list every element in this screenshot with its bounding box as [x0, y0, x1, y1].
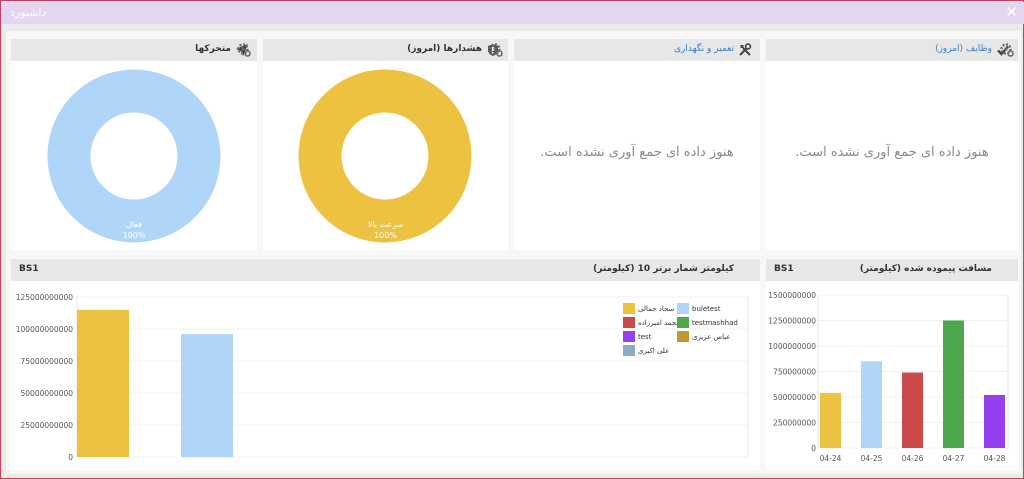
- bar[interactable]: [984, 394, 1005, 448]
- top10-panel: کیلومتر شمار برتر 10 (کیلومتر) BS1 0 2500…: [11, 259, 760, 470]
- legend-label: buletest: [692, 305, 721, 313]
- distance-panel-header: مسافت پیموده شده (کیلومتر) BS1: [766, 259, 1018, 281]
- donut-slice-percent: 100%: [374, 231, 397, 240]
- legend-label: عباس عزیزی: [692, 333, 731, 341]
- bar[interactable]: [181, 334, 233, 457]
- top10-chart-legend: سجاد جمالی buletest محمد امیرزاده testmashh…: [623, 303, 741, 381]
- empty-state-message: هنوز داده ای جمع آوری نشده است.: [540, 145, 734, 160]
- gear-icon[interactable]: [489, 43, 503, 57]
- legend-swatch: [677, 303, 689, 314]
- empty-state-message: هنوز داده ای جمع آوری نشده است.: [795, 145, 989, 160]
- y-tick-label: 1250000000: [768, 317, 816, 326]
- legend-item[interactable]: محمد امیرزاده: [623, 317, 683, 329]
- y-tick-label: 75000000000: [21, 357, 74, 366]
- donut-slice-percent: 100%: [122, 231, 146, 240]
- tasks-panel-title[interactable]: وظایف (امروز): [935, 44, 992, 54]
- donut-slice-high-speed[interactable]: [298, 69, 472, 243]
- y-tick-label: 750000000: [773, 368, 816, 377]
- window-titlebar: داشبورد ✕: [2, 2, 1024, 24]
- dashboard-content: متحرکها فعال 100% هشدارها (امروز) سرعت ب…: [6, 31, 1021, 474]
- y-tick-label: 100000000000: [16, 325, 73, 334]
- distance-bar-chart: 0 250000000 500000000 750000000 1000000000 12…: [768, 291, 1009, 463]
- x-tick-label: 04-26: [902, 454, 924, 463]
- y-tick-label: 50000000000: [21, 389, 74, 398]
- legend-label: test: [638, 333, 652, 341]
- movers-panel-header: متحرکها: [11, 39, 257, 61]
- y-tick-label: 0: [68, 453, 73, 462]
- legend-label: علی اکبری: [638, 347, 670, 355]
- movers-panel: متحرکها فعال 100%: [11, 39, 257, 250]
- bar[interactable]: [861, 361, 882, 448]
- legend-item[interactable]: testmashhad: [677, 317, 738, 329]
- legend-label: testmashhad: [692, 319, 738, 327]
- distance-panel-tag: BS1: [774, 264, 794, 274]
- alarms-panel: هشدارها (امروز) سرعت بالا 100%: [263, 39, 508, 250]
- y-tick-label: 1000000000: [768, 342, 816, 351]
- y-tick-label: 1500000000: [768, 291, 816, 300]
- gear-icon[interactable]: [237, 43, 251, 57]
- legend-item[interactable]: سجاد جمالی: [623, 303, 683, 315]
- x-tick-label: 04-25: [861, 454, 883, 463]
- top10-panel-title: کیلومتر شمار برتر 10 (کیلومتر): [593, 264, 734, 274]
- legend-swatch: [623, 317, 635, 328]
- legend-item[interactable]: buletest: [677, 303, 737, 315]
- legend-swatch: [677, 331, 689, 342]
- y-tick-label: 125000000000: [16, 293, 73, 302]
- alarms-panel-title: هشدارها (امروز): [407, 44, 482, 54]
- x-tick-label: 04-27: [943, 454, 965, 463]
- legend-item[interactable]: test: [623, 331, 683, 343]
- x-tick-label: 04-24: [820, 454, 842, 463]
- window-title: داشبورد: [10, 6, 47, 19]
- alarms-panel-header: هشدارها (امروز): [263, 39, 508, 61]
- y-tick-label: 25000000000: [21, 421, 74, 430]
- top10-panel-tag: BS1: [19, 264, 39, 274]
- tasks-panel-header: وظایف (امروز): [766, 39, 1018, 61]
- donut-slice-label: سرعت بالا: [367, 220, 404, 229]
- window-frame: داشبورد ✕ متحرکها فعال 100% هشدارها (امر…: [0, 0, 1024, 479]
- bar[interactable]: [77, 309, 129, 457]
- legend-label: سجاد جمالی: [638, 305, 675, 313]
- gear-icon[interactable]: [1000, 43, 1014, 57]
- bar[interactable]: [902, 372, 923, 448]
- maintenance-panel-header: تعمیر و نگهداری: [514, 39, 760, 61]
- donut-slice-label: فعال: [126, 220, 142, 229]
- distance-panel: مسافت پیموده شده (کیلومتر) BS1 0 25000000…: [766, 259, 1018, 470]
- legend-swatch: [677, 317, 689, 328]
- x-tick-label: 04-28: [984, 454, 1006, 463]
- bar[interactable]: [943, 320, 964, 449]
- donut-slice-active[interactable]: [47, 69, 221, 243]
- legend-label: محمد امیرزاده: [638, 319, 680, 327]
- tasks-panel: وظایف (امروز) هنوز داده ای جمع آوری نشده…: [766, 39, 1018, 250]
- y-tick-label: 500000000: [773, 393, 816, 402]
- top10-panel-header: کیلومتر شمار برتر 10 (کیلومتر) BS1: [11, 259, 760, 281]
- legend-swatch: [623, 331, 635, 342]
- movers-panel-title: متحرکها: [195, 44, 231, 54]
- legend-swatch: [623, 303, 635, 314]
- bar[interactable]: [820, 392, 841, 448]
- y-tick-label: 250000000: [773, 419, 816, 428]
- close-icon[interactable]: ✕: [1005, 4, 1018, 20]
- y-tick-label: 0: [811, 444, 816, 453]
- legend-item[interactable]: علی اکبری: [623, 345, 683, 357]
- distance-panel-title: مسافت پیموده شده (کیلومتر): [859, 264, 992, 274]
- legend-swatch: [623, 345, 635, 356]
- legend-item[interactable]: عباس عزیزی: [677, 331, 737, 343]
- maintenance-panel: تعمیر و نگهداری هنوز داده ای جمع آوری نش…: [514, 39, 760, 250]
- tools-icon: [739, 43, 752, 56]
- maintenance-panel-title[interactable]: تعمیر و نگهداری: [674, 44, 734, 54]
